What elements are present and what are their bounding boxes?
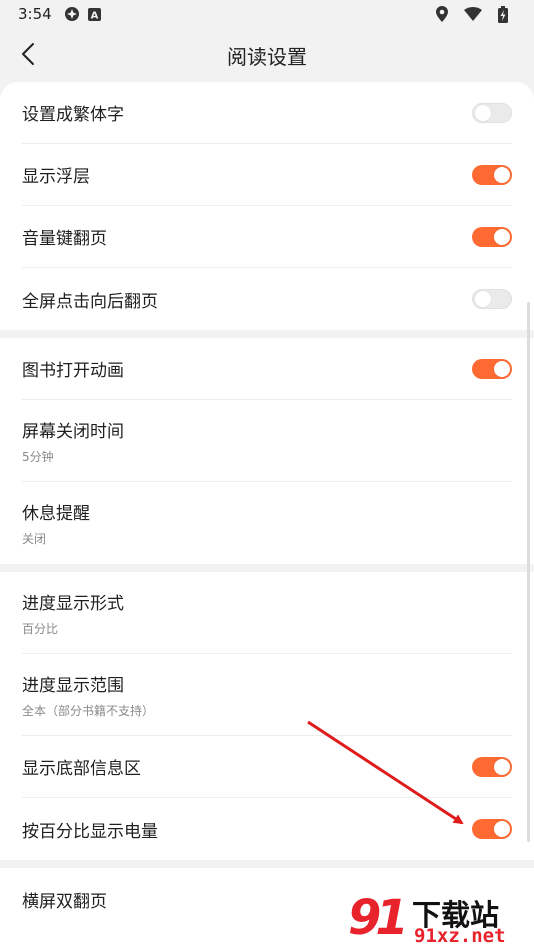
toggle-knob bbox=[494, 758, 510, 775]
toggle-knob bbox=[475, 291, 491, 307]
setting-texts: 屏幕关闭时间 5分钟 bbox=[22, 417, 124, 465]
group-separator bbox=[0, 330, 534, 338]
setting-label: 显示底部信息区 bbox=[22, 759, 141, 779]
book-open-animation-toggle[interactable] bbox=[472, 358, 512, 379]
wifi-icon bbox=[464, 7, 482, 21]
setting-fullscreen-tap-forward[interactable]: 全屏点击向后翻页 bbox=[22, 268, 512, 330]
app-bar: 阅读设置 bbox=[0, 28, 534, 82]
settings-group-progress: 进度显示形式 百分比 进度显示范围 全本（部分书籍不支持） 显示底部信息区 按百… bbox=[0, 572, 534, 860]
setting-screen-off-time[interactable]: 屏幕关闭时间 5分钟 bbox=[22, 400, 512, 482]
toggle-knob bbox=[475, 104, 491, 121]
setting-traditional-chinese[interactable]: 设置成繁体字 bbox=[22, 82, 512, 144]
setting-texts: 休息提醒 关闭 bbox=[22, 499, 90, 547]
toggle-knob bbox=[494, 166, 510, 183]
group-separator bbox=[0, 564, 534, 572]
svg-text:A: A bbox=[90, 10, 98, 21]
status-bar: 3:54 A bbox=[0, 0, 534, 28]
page-title: 阅读设置 bbox=[227, 44, 307, 69]
back-chevron-icon bbox=[21, 42, 35, 70]
setting-label: 休息提醒 bbox=[22, 504, 90, 524]
watermark-logo: 91 bbox=[348, 890, 409, 946]
watermark: 91 下载站 91xz.net bbox=[348, 890, 528, 950]
battery-percentage-toggle[interactable] bbox=[472, 819, 512, 839]
setting-label: 设置成繁体字 bbox=[22, 105, 124, 125]
setting-volume-key-page-turn[interactable]: 音量键翻页 bbox=[22, 206, 512, 268]
setting-label: 按百分比显示电量 bbox=[22, 821, 158, 842]
setting-show-overlay[interactable]: 显示浮层 bbox=[22, 144, 512, 206]
scrollbar[interactable] bbox=[527, 302, 530, 842]
setting-show-bottom-info[interactable]: 显示底部信息区 bbox=[22, 736, 512, 798]
setting-value: 百分比 bbox=[22, 621, 59, 636]
setting-label: 屏幕关闭时间 bbox=[22, 421, 124, 442]
fullscreen-tap-forward-toggle[interactable] bbox=[472, 289, 512, 309]
settings-sheet: 设置成繁体字 显示浮层 音量键翻页 全屏点击向后翻页 图书打开动画 屏幕关闭时间… bbox=[0, 82, 534, 950]
setting-value: 全本（部分书籍不支持） bbox=[22, 703, 155, 718]
settings-group-display: 设置成繁体字 显示浮层 音量键翻页 全屏点击向后翻页 bbox=[0, 82, 534, 330]
volume-key-page-turn-toggle[interactable] bbox=[472, 226, 512, 247]
battery-charging-icon bbox=[498, 5, 508, 23]
setting-texts: 进度显示范围 全本（部分书籍不支持） bbox=[22, 671, 154, 719]
setting-label: 全屏点击向后翻页 bbox=[22, 291, 158, 312]
setting-progress-format[interactable]: 进度显示形式 百分比 bbox=[22, 572, 512, 654]
toggle-knob bbox=[494, 228, 510, 245]
setting-label: 显示浮层 bbox=[22, 167, 90, 187]
settings-group-behavior: 图书打开动画 屏幕关闭时间 5分钟 休息提醒 关闭 bbox=[0, 338, 534, 564]
setting-label: 图书打开动画 bbox=[22, 361, 124, 381]
setting-texts: 进度显示形式 百分比 bbox=[22, 589, 124, 637]
group-separator bbox=[0, 860, 534, 868]
setting-value: 5分钟 bbox=[22, 449, 54, 464]
setting-value: 关闭 bbox=[22, 532, 47, 546]
watermark-url: 91xz.net bbox=[414, 925, 506, 947]
vpn-icon bbox=[64, 6, 80, 22]
show-overlay-toggle[interactable] bbox=[472, 164, 512, 185]
setting-label: 音量键翻页 bbox=[22, 229, 107, 249]
setting-progress-range[interactable]: 进度显示范围 全本（部分书籍不支持） bbox=[22, 654, 512, 736]
setting-label: 进度显示范围 bbox=[22, 675, 124, 696]
show-bottom-info-toggle[interactable] bbox=[472, 756, 512, 777]
back-button[interactable] bbox=[8, 36, 48, 76]
setting-battery-percentage[interactable]: 按百分比显示电量 bbox=[22, 798, 512, 860]
toggle-knob bbox=[494, 821, 510, 837]
location-icon bbox=[436, 6, 448, 22]
setting-label: 横屏双翻页 bbox=[22, 891, 107, 912]
status-time: 3:54 bbox=[18, 5, 52, 23]
setting-rest-reminder[interactable]: 休息提醒 关闭 bbox=[22, 482, 512, 564]
a-box-icon: A bbox=[87, 7, 101, 21]
traditional-chinese-toggle[interactable] bbox=[472, 102, 512, 123]
toggle-knob bbox=[494, 360, 510, 377]
setting-book-open-animation[interactable]: 图书打开动画 bbox=[22, 338, 512, 400]
setting-label: 进度显示形式 bbox=[22, 593, 124, 614]
